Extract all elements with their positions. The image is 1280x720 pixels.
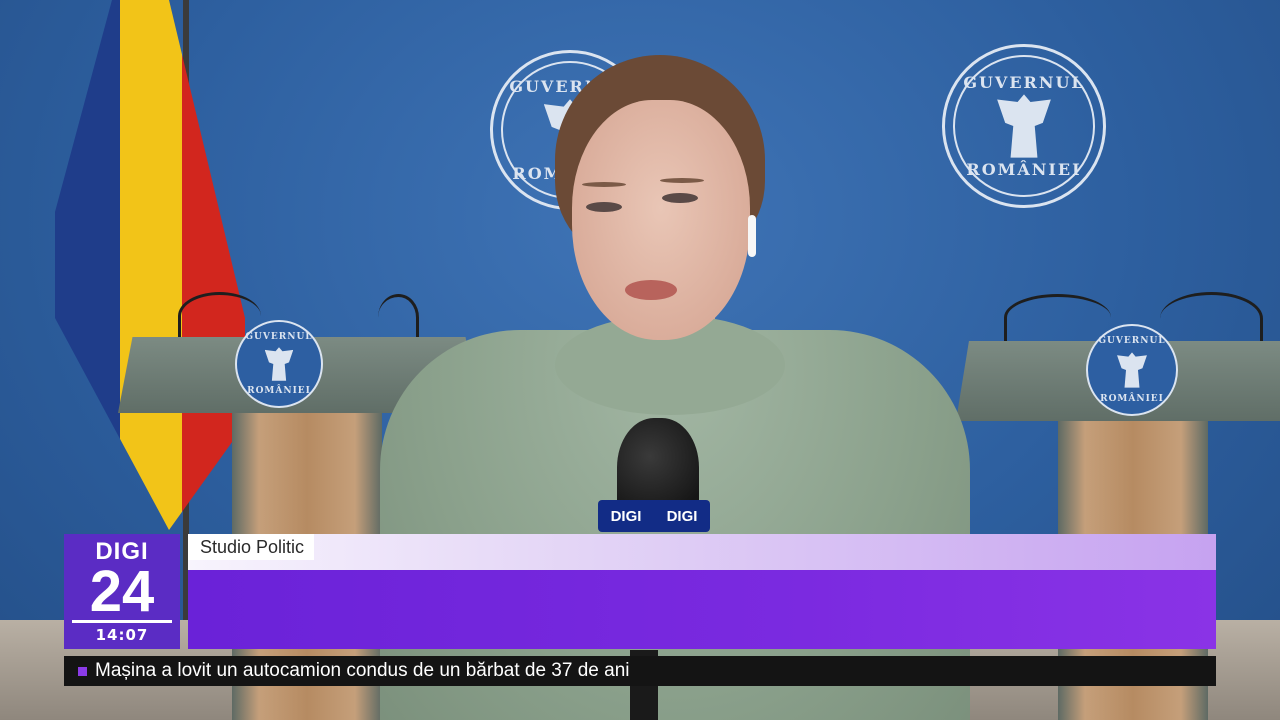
reporter-eye-left: [586, 202, 622, 212]
podium-seal-right: GUVERNUL ROMÂNIEI: [1086, 324, 1178, 416]
seal-text-bottom: ROMÂNIEI: [247, 386, 311, 396]
reporter-face: [572, 100, 750, 340]
seal-text-bottom: ROMÂNIEI: [966, 160, 1082, 179]
podium-seal-left: GUVERNUL ROMÂNIEI: [235, 320, 323, 408]
mic-flag-label: DIGI: [610, 507, 642, 525]
mic-flag-label: DIGI: [666, 507, 698, 525]
show-name-label: Studio Politic: [188, 534, 315, 560]
seal-text-top: GUVERNUL: [963, 73, 1085, 92]
microphone-flag: DIGI DIGI: [598, 500, 710, 532]
channel-logo-number: 24: [89, 559, 155, 624]
reporter-lips: [625, 280, 677, 300]
news-ticker: Mașina a lovit un autocamion condus de u…: [64, 656, 1216, 686]
news-frame: GUVERNUL ROMÂNIEI GUVERNUL ROMÂNIEI GUVE…: [0, 0, 1280, 720]
seal-text-top: GUVERNUL: [245, 332, 313, 342]
podium-mic-left: [1004, 294, 1111, 341]
earbud: [748, 215, 756, 257]
eagle-icon: [264, 347, 294, 381]
reporter-eye-right: [662, 193, 698, 203]
reporter-brow-right: [660, 178, 704, 183]
wall-seal-right: GUVERNUL ROMÂNIEI: [942, 44, 1106, 208]
seal-text-bottom: ROMÂNIEI: [1100, 394, 1164, 404]
ticker-bullet-icon: [78, 666, 87, 676]
podium-mic-right: [378, 294, 419, 341]
logo-divider: [72, 620, 172, 623]
lower-third-banner: [188, 534, 1216, 649]
seal-text-top: GUVERNUL: [1098, 336, 1166, 346]
reporter-brow-left: [582, 182, 626, 187]
ticker-headline: Mașina a lovit un autocamion condus de u…: [95, 660, 630, 681]
broadcast-clock: 14:07: [95, 626, 149, 644]
lower-third-strip: [188, 534, 1216, 570]
channel-logo: DIGI 24 14:07: [64, 534, 180, 649]
eagle-icon: [1117, 352, 1147, 388]
romanian-flag: [55, 0, 245, 530]
